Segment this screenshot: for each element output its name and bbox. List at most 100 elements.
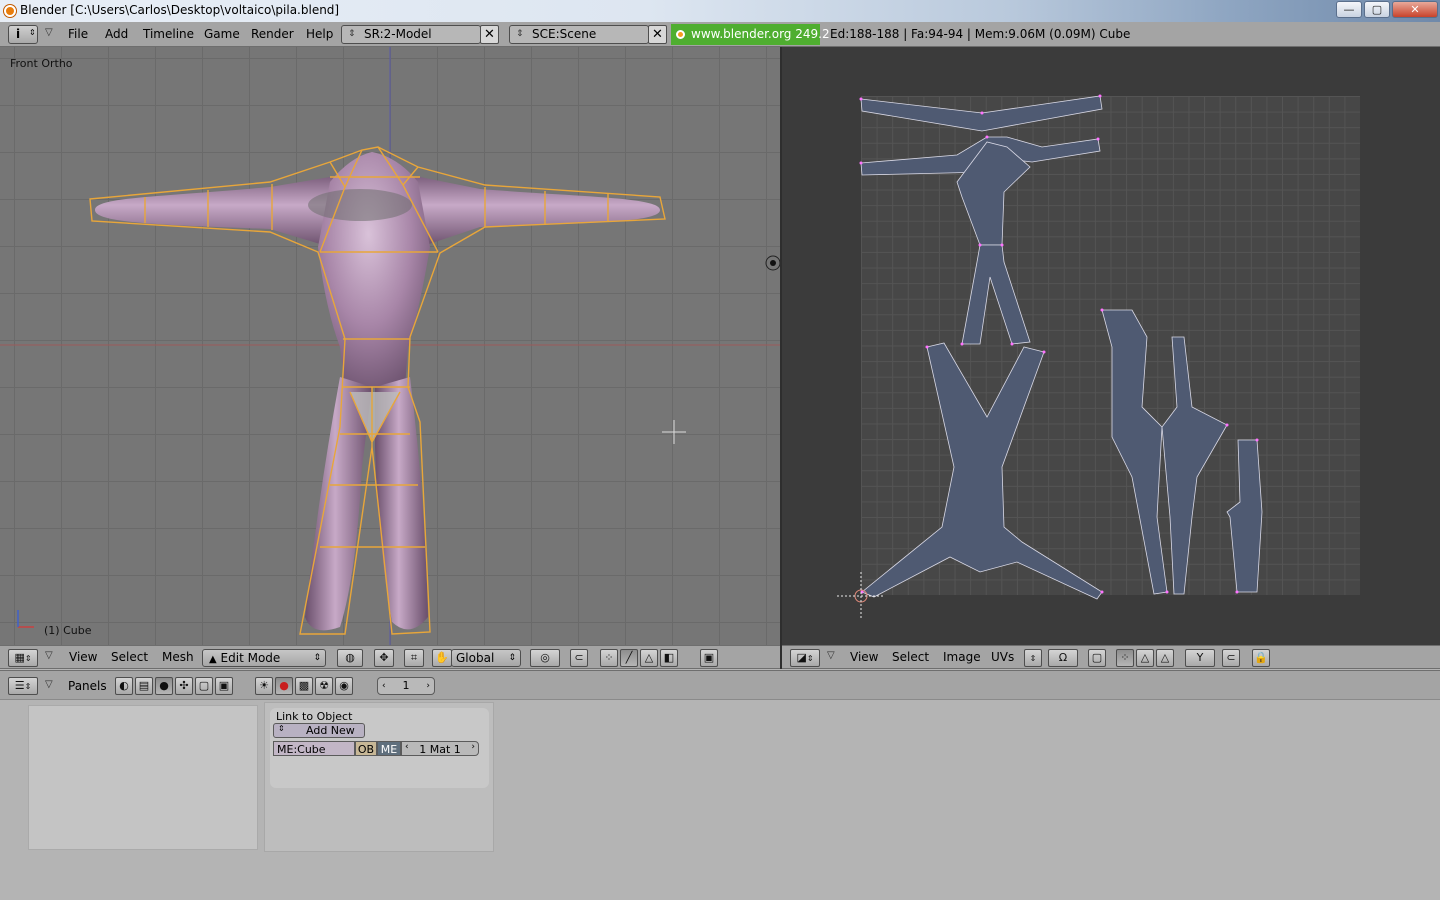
menu-image[interactable]: Image xyxy=(943,650,981,664)
me-link-button[interactable]: ME xyxy=(377,741,401,756)
texture-button[interactable]: ▩ xyxy=(295,677,313,695)
menu-add[interactable]: Add xyxy=(105,27,128,41)
menu-uvs[interactable]: UVs xyxy=(991,650,1014,664)
script-icon: ▤ xyxy=(138,679,150,692)
blender-logo-icon xyxy=(676,30,685,39)
proportional-edit-button[interactable]: ◎ xyxy=(530,649,560,667)
world-button[interactable]: ◉ xyxy=(335,677,353,695)
maximize-button[interactable]: ▢ xyxy=(1364,1,1390,18)
add-new-material-button[interactable]: ⇕ Add New xyxy=(273,723,365,738)
uv-pivot-button[interactable]: Y xyxy=(1185,649,1215,667)
editing-context-button[interactable]: ▢ xyxy=(195,677,213,695)
decrement-arrow-icon[interactable]: ‹ xyxy=(405,742,409,752)
3d-view-header: ▦⇕ ▽ View Select Mesh ▲ Edit Mode ⇕ ◍ ✥ … xyxy=(0,645,780,669)
mesh-name-field[interactable]: ME:Cube xyxy=(273,741,355,756)
edge-select-button[interactable]: ╱ xyxy=(620,649,638,667)
object-context-button[interactable]: ✣ xyxy=(175,677,193,695)
collapse-menu-icon[interactable]: ▽ xyxy=(45,650,53,661)
collapse-menu-icon[interactable]: ▽ xyxy=(45,27,53,38)
window-title: Blender [C:\Users\Carlos\Desktop\voltaic… xyxy=(20,3,340,17)
orientation-selector[interactable]: Global ⇕ xyxy=(451,649,521,667)
widget-toggle-button[interactable]: ⌗ xyxy=(404,649,424,667)
pin-button[interactable]: Ω xyxy=(1048,649,1078,667)
ob-link-button[interactable]: OB xyxy=(355,741,377,756)
shading-sphere-icon: ● xyxy=(159,679,169,692)
increment-arrow-icon[interactable]: › xyxy=(426,678,430,694)
frame-number-field[interactable]: ‹ 1 › xyxy=(377,677,435,695)
radiosity-button[interactable]: ☢ xyxy=(315,677,333,695)
image-browse-button[interactable]: ⇕ xyxy=(1024,649,1042,667)
menu-view[interactable]: View xyxy=(69,650,97,664)
collapse-menu-icon[interactable]: ▽ xyxy=(45,679,53,690)
mirror-button[interactable]: ⊂ xyxy=(570,649,588,667)
sync-select-button[interactable]: ▢ xyxy=(1088,649,1106,667)
menu-select[interactable]: Select xyxy=(111,650,148,664)
face-select-button[interactable]: △ xyxy=(640,649,658,667)
mode-selector[interactable]: ▲ Edit Mode ⇕ xyxy=(202,649,326,667)
menu-help[interactable]: Help xyxy=(306,27,333,41)
delete-screen-button[interactable]: ✕ xyxy=(480,25,499,44)
uv-vertex-select-button[interactable]: ⁘ xyxy=(1116,649,1134,667)
vertex-select-icon: ⁘ xyxy=(1120,651,1130,664)
magnet-icon: ⊂ xyxy=(574,651,584,664)
material-button[interactable]: ● xyxy=(275,677,293,695)
collapse-menu-icon[interactable]: ▽ xyxy=(827,650,835,661)
menu-select[interactable]: Select xyxy=(892,650,929,664)
hand-tool-button[interactable]: ✋ xyxy=(432,649,452,667)
menu-game[interactable]: Game xyxy=(204,27,240,41)
menu-render[interactable]: Render xyxy=(251,27,294,41)
buttons-window-icon: ☰ xyxy=(14,679,25,692)
uv-face-select-button[interactable]: △ xyxy=(1136,649,1154,667)
links-panel: Link to Object ⇕ Add New ME:Cube OB ME ‹… xyxy=(270,708,489,788)
info-icon: i xyxy=(16,27,21,41)
viewport-label: Front Ortho xyxy=(10,57,73,70)
add-new-label: Add New xyxy=(306,724,355,737)
pivot-icon: ✥ xyxy=(379,651,389,664)
pivot-point-button[interactable]: ✥ xyxy=(374,649,394,667)
script-context-button[interactable]: ▤ xyxy=(135,677,153,695)
logic-context-button[interactable]: ◐ xyxy=(115,677,133,695)
image-lock-button[interactable]: 🔒 xyxy=(1252,649,1270,667)
lamp-button[interactable]: ☀ xyxy=(255,677,273,695)
axis-gizmo-icon xyxy=(17,610,34,628)
uv-island-select-button[interactable]: △ xyxy=(1156,649,1174,667)
shoulder-shadow xyxy=(308,189,412,221)
solid-sphere-icon: ◍ xyxy=(345,651,355,664)
island-select-icon: △ xyxy=(1160,651,1170,664)
material-index: 1 Mat 1 xyxy=(419,743,461,756)
shading-context-button[interactable]: ● xyxy=(155,677,173,695)
buttons-window: ☰⇕ ▽ Panels ◐ ▤ ● ✣ ▢ ▣ ☀ ● ▩ ☢ ◉ ‹ 1 › … xyxy=(0,670,1440,900)
uv-snap-button[interactable]: ⊂ xyxy=(1222,649,1240,667)
menu-timeline[interactable]: Timeline xyxy=(143,27,194,41)
blender-version-link[interactable]: www.blender.org 249.2 xyxy=(671,24,830,45)
close-button[interactable]: ✕ xyxy=(1392,1,1438,18)
vertex-select-button[interactable]: ⁘ xyxy=(600,649,618,667)
panels-menu[interactable]: Panels xyxy=(68,679,107,693)
menu-view[interactable]: View xyxy=(850,650,878,664)
editor-type-buttons-button[interactable]: ☰⇕ xyxy=(8,677,38,695)
3d-viewport[interactable]: Front Ortho (1) Cube xyxy=(0,47,780,645)
area-divider[interactable] xyxy=(780,47,782,669)
uv-image-editor[interactable] xyxy=(782,47,1440,645)
editor-type-uv-button[interactable]: ◪⇕ xyxy=(790,649,820,667)
mesh-name: ME:Cube xyxy=(277,743,326,756)
minimize-button[interactable]: — xyxy=(1336,1,1362,18)
edit-mode-icon: ▲ xyxy=(209,654,217,665)
material-index-field[interactable]: ‹ 1 Mat 1 › xyxy=(401,741,479,756)
orientation-label: Global xyxy=(456,651,495,665)
decrement-arrow-icon[interactable]: ‹ xyxy=(382,678,386,694)
scene-selector[interactable]: ⇕ SCE:Scene xyxy=(509,25,649,44)
editor-type-info-button[interactable]: i ⇕ xyxy=(8,25,38,44)
scene-context-button[interactable]: ▣ xyxy=(215,677,233,695)
occlude-geometry-button[interactable]: ◧ xyxy=(660,649,678,667)
editor-type-3d-button[interactable]: ▦⇕ xyxy=(8,649,38,667)
render-preview-button[interactable]: ▣ xyxy=(700,649,718,667)
draw-type-button[interactable]: ◍ xyxy=(337,649,363,667)
cube-icon: ◧ xyxy=(663,651,675,664)
delete-scene-button[interactable]: ✕ xyxy=(648,25,667,44)
hand-icon: ✋ xyxy=(435,651,449,664)
screen-selector[interactable]: ⇕ SR:2-Model xyxy=(341,25,481,44)
menu-file[interactable]: File xyxy=(68,27,88,41)
menu-mesh[interactable]: Mesh xyxy=(162,650,194,664)
increment-arrow-icon[interactable]: › xyxy=(471,742,475,752)
